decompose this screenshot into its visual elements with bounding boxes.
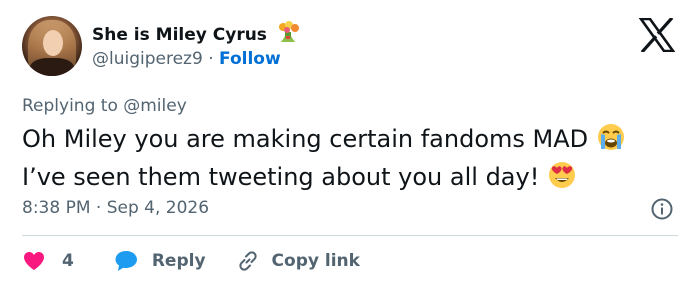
tweet-line-2: I’ve seen them tweeting about you all da… bbox=[22, 160, 672, 198]
action-bar: 4 Reply Copy link bbox=[22, 247, 360, 275]
follow-button[interactable]: Follow bbox=[219, 48, 281, 70]
reply-context: Replying to @miley bbox=[22, 95, 187, 117]
like-count: 4 bbox=[62, 251, 74, 271]
tweet-line-2-text: I’ve seen them tweeting about you all da… bbox=[22, 163, 540, 191]
tweet-time: 8:38 PM bbox=[22, 198, 91, 218]
heart-icon bbox=[24, 252, 44, 270]
reply-bubble-icon bbox=[115, 251, 137, 271]
avatar[interactable] bbox=[22, 16, 82, 76]
timestamp-separator: · bbox=[90, 198, 107, 218]
tweet-timestamp[interactable]: 8:38 PM · Sep 4, 2026 bbox=[22, 197, 209, 219]
tweet-line-1: Oh Miley you are making certain fandoms … bbox=[22, 122, 672, 160]
like-button[interactable]: 4 bbox=[22, 249, 74, 273]
handle-separator: · bbox=[202, 49, 220, 69]
info-icon[interactable] bbox=[650, 197, 674, 221]
bouquet-emoji bbox=[275, 20, 301, 50]
action-divider bbox=[22, 235, 678, 236]
crying-emoji bbox=[596, 122, 626, 160]
reply-context-prefix: Replying to bbox=[22, 96, 124, 116]
reply-label: Reply bbox=[151, 251, 206, 271]
author-handle[interactable]: @luigiperez9 bbox=[92, 48, 203, 70]
tweet-text: Oh Miley you are making certain fandoms … bbox=[22, 122, 672, 198]
author-display-name[interactable]: She is Miley Cyrus bbox=[92, 24, 267, 46]
author-name-row[interactable]: She is Miley Cyrus bbox=[92, 20, 301, 50]
tweet-date: Sep 4, 2026 bbox=[106, 198, 210, 218]
tweet-line-1-text: Oh Miley you are making certain fandoms … bbox=[22, 125, 589, 153]
author-handle-row: @luigiperez9 · Follow bbox=[92, 48, 281, 70]
avatar-face bbox=[43, 30, 63, 56]
x-logo-icon[interactable] bbox=[639, 18, 675, 52]
heart-eyes-emoji bbox=[547, 160, 577, 198]
copy-link-button[interactable]: Copy link bbox=[236, 249, 360, 273]
reply-button[interactable]: Reply bbox=[114, 249, 206, 273]
avatar-dress bbox=[30, 58, 74, 76]
link-icon bbox=[238, 251, 257, 271]
reply-mention-link[interactable]: @miley bbox=[123, 96, 187, 116]
copy-link-label: Copy link bbox=[271, 251, 360, 271]
